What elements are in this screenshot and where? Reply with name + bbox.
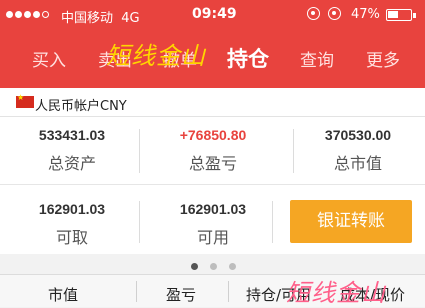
battery-percent: 47% bbox=[351, 7, 380, 22]
divider bbox=[139, 201, 140, 243]
watermark-top: 短线金山 bbox=[106, 42, 206, 70]
tab-query[interactable]: 查询 bbox=[300, 46, 334, 71]
divider bbox=[228, 281, 229, 302]
market-value-label: 总市值 bbox=[333, 154, 382, 173]
battery-icon bbox=[386, 9, 416, 21]
divider bbox=[139, 129, 140, 173]
tab-more[interactable]: 更多 bbox=[366, 46, 400, 71]
total-assets-label: 总资产 bbox=[47, 154, 96, 173]
account-bar: 人民币帐户CNY bbox=[0, 88, 425, 117]
rotation-lock-icon bbox=[307, 7, 320, 20]
column-pnl[interactable]: 盈亏 bbox=[166, 284, 196, 305]
column-market-value[interactable]: 市值 bbox=[48, 284, 78, 305]
clock: 09:49 bbox=[192, 6, 237, 22]
divider bbox=[293, 129, 294, 173]
market-value-stat: 370530.00 总市值 bbox=[298, 127, 418, 174]
page-dot[interactable] bbox=[210, 263, 217, 270]
page-dot[interactable] bbox=[229, 263, 236, 270]
holdings-column-header: 市值 盈亏 持仓/可用 成本/现价 短线金山 bbox=[0, 274, 425, 307]
market-value-value: 370530.00 bbox=[324, 127, 392, 143]
account-label: 人民币帐户CNY bbox=[35, 99, 127, 114]
divider bbox=[0, 184, 425, 185]
total-assets-stat: 533431.03 总资产 bbox=[12, 127, 132, 174]
withdrawable-stat: 162901.03 可取 bbox=[12, 201, 132, 248]
total-pnl-label: 总盈亏 bbox=[188, 154, 237, 173]
withdrawable-label: 可取 bbox=[55, 228, 88, 247]
bank-securities-transfer-button[interactable]: 银证转账 bbox=[290, 200, 412, 243]
asset-summary-panel: 533431.03 总资产 +76850.80 总盈亏 370530.00 总市… bbox=[0, 117, 425, 254]
page-indicator bbox=[0, 254, 425, 274]
divider bbox=[136, 281, 137, 302]
total-assets-value: 533431.03 bbox=[38, 127, 106, 143]
total-pnl-value: +76850.80 bbox=[179, 127, 247, 143]
page-dot[interactable] bbox=[191, 263, 198, 270]
available-value: 162901.03 bbox=[179, 201, 247, 217]
available-label: 可用 bbox=[196, 228, 229, 247]
app-header: 中国移动 4G 09:49 47% 买入 卖出 撤单 持仓 查询 更多 短线金山 bbox=[0, 0, 425, 88]
tab-buy[interactable]: 买入 bbox=[32, 46, 66, 71]
carrier-label: 中国移动 4G bbox=[61, 11, 140, 26]
divider bbox=[272, 201, 273, 243]
total-pnl-stat: +76850.80 总盈亏 bbox=[153, 127, 273, 174]
status-bar: 中国移动 4G 09:49 47% bbox=[0, 0, 425, 32]
watermark-bottom: 短线金山 bbox=[286, 279, 386, 307]
withdrawable-value: 162901.03 bbox=[38, 201, 106, 217]
tab-bar: 买入 卖出 撤单 持仓 查询 更多 短线金山 bbox=[0, 40, 425, 80]
alarm-icon bbox=[328, 7, 341, 20]
tab-positions[interactable]: 持仓 bbox=[227, 43, 269, 73]
signal-strength-icon bbox=[6, 11, 49, 18]
available-stat: 162901.03 可用 bbox=[153, 201, 273, 248]
china-flag-icon bbox=[16, 93, 34, 108]
